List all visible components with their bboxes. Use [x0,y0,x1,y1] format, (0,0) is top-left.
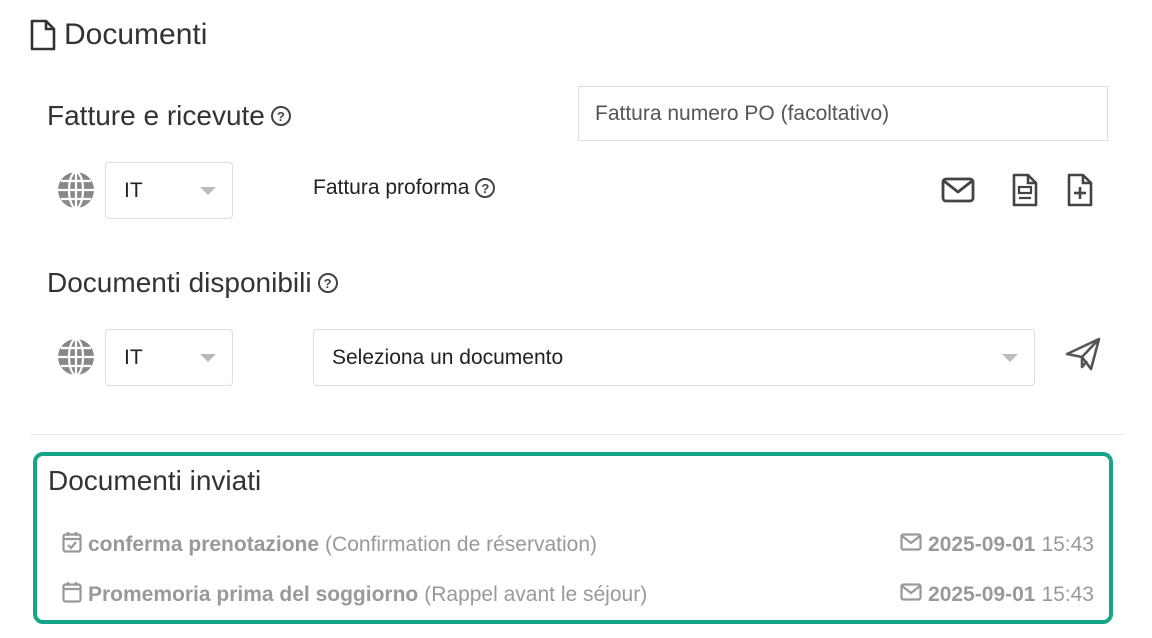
invoice-language-value: IT [124,178,143,202]
sent-item-date: 2025-09-01 [928,533,1036,556]
document-icon [30,19,56,51]
chevron-down-icon [1002,353,1018,362]
po-number-input[interactable]: Fattura numero PO (facoltativo) [578,86,1108,141]
invoices-heading-text: Fatture e ricevute [47,100,265,131]
document-language-select[interactable]: IT [105,329,233,386]
email-icon[interactable] [941,176,975,209]
chevron-down-icon [200,186,216,195]
divider [30,434,1124,435]
proforma-label-text: Fattura proforma [313,176,470,199]
sent-item-name: conferma prenotazione [88,533,320,556]
sent-item-translation: (Rappel avant le séjour) [424,583,648,606]
envelope-icon [900,533,922,557]
sent-item-date: 2025-09-01 [928,583,1036,606]
available-heading-text: Documenti disponibili [47,267,312,298]
globe-icon [56,170,96,215]
section-header: Documenti [30,18,207,52]
globe-icon [56,337,96,382]
sent-item-time: 15:43 [1041,533,1094,556]
document-select-value: Seleziona un documento [332,345,564,369]
help-icon[interactable]: ? [270,106,291,126]
calendar-check-icon [62,531,82,559]
sent-heading-text: Documenti inviati [48,465,262,496]
calendar-icon [62,581,82,609]
document-preview-icon[interactable] [1012,173,1038,212]
sent-item-time: 15:43 [1041,583,1094,606]
chevron-down-icon [200,353,216,362]
section-title: Documenti [64,18,208,51]
proforma-label: Fattura proforma ? [313,176,496,200]
list-item[interactable]: Promemoria prima del soggiorno (Rappel a… [62,581,1094,609]
document-add-icon[interactable] [1067,173,1093,212]
envelope-icon [900,583,922,607]
document-select[interactable]: Seleziona un documento [313,329,1035,386]
sent-item-translation: (Confirmation de réservation) [325,533,597,556]
help-icon[interactable]: ? [475,178,496,198]
send-icon[interactable] [1064,336,1102,377]
available-heading: Documenti disponibili ? [47,267,338,299]
list-item[interactable]: conferma prenotazione (Confirmation de r… [62,531,1094,559]
invoice-language-select[interactable]: IT [105,162,233,219]
po-number-placeholder: Fattura numero PO (facoltativo) [595,101,890,125]
document-language-value: IT [124,345,143,369]
help-icon[interactable]: ? [317,273,338,293]
invoices-heading: Fatture e ricevute ? [47,100,291,132]
sent-heading: Documenti inviati [48,465,261,497]
sent-item-name: Promemoria prima del soggiorno [88,583,419,606]
